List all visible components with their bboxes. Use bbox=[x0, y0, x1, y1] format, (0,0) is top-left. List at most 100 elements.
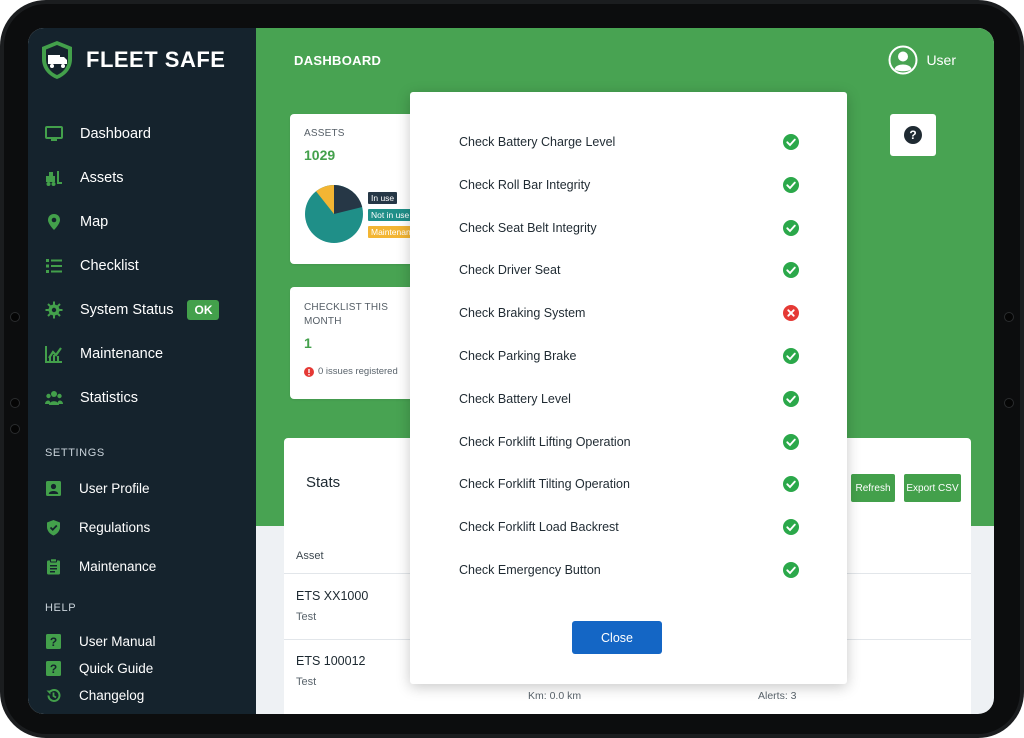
question-circle-icon: ? bbox=[904, 126, 922, 144]
asset-subtitle: Test bbox=[296, 611, 317, 623]
asset-alerts: Alerts: 3 bbox=[758, 690, 797, 702]
sidebar-item-statistics[interactable]: Statistics bbox=[28, 376, 256, 420]
page-title: DASHBOARD bbox=[294, 53, 382, 68]
checklist-item-label: Check Forklift Lifting Operation bbox=[459, 434, 631, 449]
gear-icon bbox=[45, 301, 63, 319]
sidebar: FLEET SAFE Dashboard Assets Map Checklis… bbox=[28, 28, 256, 714]
sidebar-item-label: Quick Guide bbox=[79, 661, 154, 676]
camera-dot bbox=[10, 312, 20, 322]
shield-check-icon bbox=[47, 519, 60, 535]
camera-dot bbox=[10, 424, 20, 434]
sidebar-item-label: Map bbox=[80, 214, 109, 230]
main-nav: Dashboard Assets Map Checklist System St… bbox=[28, 112, 256, 420]
checklist-item-label: Check Battery Charge Level bbox=[459, 135, 616, 149]
checklist-item-label: Check Battery Level bbox=[459, 391, 571, 406]
sidebar-item-label: User Manual bbox=[79, 634, 156, 649]
card-label: ASSETS bbox=[304, 128, 345, 139]
checklist-item-label: Check Seat Belt Integrity bbox=[459, 220, 597, 235]
sidebar-item-user-profile[interactable]: User Profile bbox=[28, 468, 256, 508]
sidebar-item-map[interactable]: Map bbox=[28, 200, 256, 244]
sidebar-item-label: Statistics bbox=[80, 390, 139, 406]
clipboard-icon bbox=[47, 557, 60, 574]
sidebar-item-changelog[interactable]: Changelog bbox=[28, 682, 256, 709]
check-circle-icon bbox=[783, 134, 799, 150]
checklist-item-label: Check Forklift Tilting Operation bbox=[459, 477, 630, 492]
camera-dot bbox=[1004, 312, 1014, 322]
sidebar-item-dashboard[interactable]: Dashboard bbox=[28, 112, 256, 156]
sidebar-item-assets[interactable]: Assets bbox=[28, 156, 256, 200]
sidebar-item-user-manual[interactable]: ? User Manual bbox=[28, 628, 256, 655]
sidebar-item-label: Dashboard bbox=[80, 126, 151, 142]
checklist-count: 1 bbox=[304, 335, 312, 351]
assets-pie-chart bbox=[305, 184, 363, 243]
shield-truck-icon bbox=[42, 41, 72, 79]
column-header-asset[interactable]: Asset bbox=[296, 550, 324, 562]
brand[interactable]: FLEET SAFE bbox=[40, 40, 225, 80]
checklist-item-label: Check Roll Bar Integrity bbox=[459, 177, 591, 192]
x-circle-icon bbox=[783, 305, 799, 322]
checklist-item[interactable]: Check Battery Level bbox=[459, 388, 799, 410]
user-menu[interactable]: User bbox=[888, 45, 956, 75]
user-card-icon bbox=[46, 480, 61, 496]
asset-name: ETS XX1000 bbox=[296, 589, 369, 603]
help-section-title: HELP bbox=[45, 602, 77, 614]
sidebar-item-system-status[interactable]: System Status OK bbox=[28, 288, 256, 332]
sidebar-item-regulations[interactable]: Regulations bbox=[28, 508, 256, 546]
sidebar-item-label: Maintenance bbox=[80, 346, 164, 362]
settings-nav: User Profile Regulations Maintenance bbox=[28, 468, 256, 586]
sidebar-item-label: Assets bbox=[80, 170, 124, 186]
check-circle-icon bbox=[783, 433, 799, 450]
checklist-item-label: Check Parking Brake bbox=[459, 349, 577, 363]
assets-count: 1029 bbox=[304, 147, 336, 163]
asset-km: Km: 0.0 km bbox=[528, 690, 582, 702]
list-icon bbox=[46, 259, 62, 273]
status-badge: OK bbox=[187, 300, 220, 320]
checklist-item-label: Check Forklift Load Backrest bbox=[459, 520, 619, 535]
question-icon: ? bbox=[46, 634, 61, 649]
svg-text:?: ? bbox=[50, 662, 57, 676]
stats-title: Stats bbox=[306, 474, 341, 491]
legend-in-use: In use bbox=[368, 192, 398, 204]
checklist-modal: Check Battery Charge Level Check Roll Bar… bbox=[410, 92, 847, 684]
checklist-item[interactable]: Check Forklift Load Backrest bbox=[459, 516, 799, 538]
checklist-item[interactable]: Check Braking System bbox=[459, 302, 799, 324]
sidebar-item-label: Changelog bbox=[79, 688, 145, 703]
checklist-item-label: Check Emergency Button bbox=[459, 563, 601, 577]
alert-icon bbox=[304, 366, 314, 377]
sidebar-item-label: User Profile bbox=[79, 480, 150, 496]
issues-line: 0 issues registered bbox=[304, 366, 398, 377]
checklist-item[interactable]: Check Seat Belt Integrity bbox=[459, 217, 799, 239]
svg-text:?: ? bbox=[50, 635, 57, 649]
refresh-button[interactable]: Refresh bbox=[851, 474, 895, 502]
user-name: User bbox=[926, 52, 956, 68]
checklist-item[interactable]: Check Emergency Button bbox=[459, 559, 799, 581]
checklist-item-label: Check Braking System bbox=[459, 306, 586, 321]
sidebar-item-label: System Status bbox=[80, 302, 174, 318]
users-icon bbox=[45, 391, 63, 405]
history-icon bbox=[46, 688, 61, 702]
camera-dot bbox=[1004, 398, 1014, 408]
check-circle-icon bbox=[783, 219, 799, 236]
checklist-item[interactable]: Check Forklift Lifting Operation bbox=[459, 431, 799, 453]
legend-not-in-use: Not in use bbox=[368, 209, 413, 221]
sidebar-item-label: Regulations bbox=[79, 519, 151, 535]
export-csv-button[interactable]: Export CSV bbox=[904, 474, 961, 502]
checklist-item[interactable]: Check Parking Brake bbox=[459, 345, 799, 367]
issues-text: 0 issues registered bbox=[318, 366, 398, 377]
map-pin-icon bbox=[48, 214, 60, 230]
sidebar-item-maintenance[interactable]: Maintenance bbox=[28, 332, 256, 376]
sidebar-item-maintenance-settings[interactable]: Maintenance bbox=[28, 546, 256, 586]
close-button[interactable]: Close bbox=[572, 621, 662, 654]
checklist-item[interactable]: Check Forklift Tilting Operation bbox=[459, 473, 799, 495]
checklist-item[interactable]: Check Battery Charge Level bbox=[459, 131, 799, 153]
asset-name: ETS 100012 bbox=[296, 654, 366, 668]
sidebar-item-quick-guide[interactable]: ? Quick Guide bbox=[28, 655, 256, 682]
checklist-item[interactable]: Check Roll Bar Integrity bbox=[459, 174, 799, 196]
sidebar-item-checklist[interactable]: Checklist bbox=[28, 244, 256, 288]
checklist-item[interactable]: Check Driver Seat bbox=[459, 259, 799, 281]
help-nav: ? User Manual ? Quick Guide Changelog bbox=[28, 628, 256, 709]
help-button[interactable]: ? bbox=[890, 114, 936, 156]
asset-subtitle: Test bbox=[296, 676, 317, 688]
svg-text:?: ? bbox=[909, 128, 916, 142]
app-screen: FLEET SAFE Dashboard Assets Map Checklis… bbox=[28, 28, 994, 714]
